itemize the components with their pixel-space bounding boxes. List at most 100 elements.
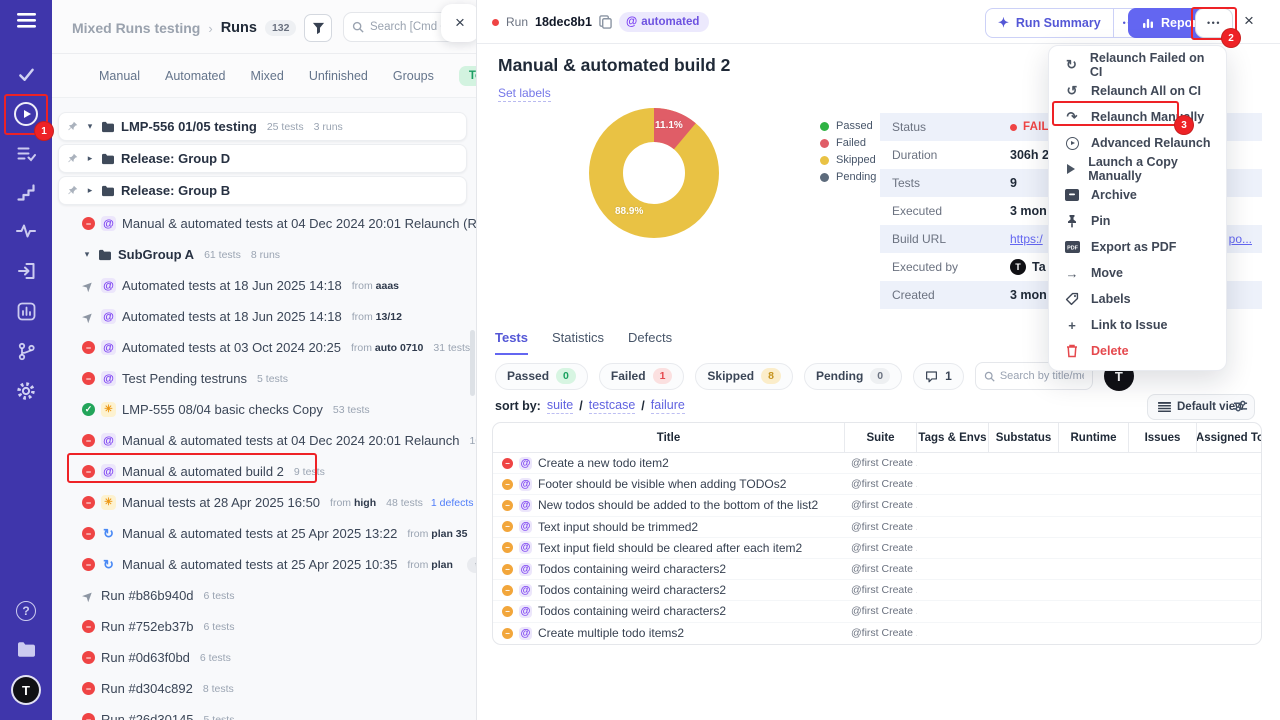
runs-list-scrollbar[interactable] [470, 330, 475, 396]
col-tags-envs[interactable]: Tags & Envs [917, 423, 989, 452]
filter-chip-passed[interactable]: Passed0 [495, 363, 588, 390]
run-row[interactable]: Manual & automated build 2 9 tests [52, 456, 477, 487]
col-assigned-to[interactable]: Assigned To [1197, 423, 1262, 452]
close-run-detail-icon[interactable] [1244, 11, 1254, 31]
test-row[interactable]: New todos should be added to the bottom … [493, 495, 1261, 516]
tab-unfinished[interactable]: Unfinished [309, 69, 368, 83]
pin-icon[interactable] [67, 153, 79, 164]
run-title: Manual tests at 28 Apr 2025 16:50 [122, 495, 320, 510]
tab-automated[interactable]: Automated [165, 69, 225, 83]
run-row[interactable]: Run #b86b940d 6 tests [52, 580, 477, 611]
test-row[interactable]: Todos containing weird characters2 @firs… [493, 601, 1261, 622]
col-title[interactable]: Title [493, 423, 845, 452]
tab-chip-today[interactable]: To [459, 66, 477, 86]
steps-icon[interactable] [0, 184, 52, 201]
menu-item-delete[interactable]: Delete [1049, 338, 1226, 364]
run-from-label: from plan [407, 559, 453, 571]
build-url-link[interactable]: https:/ [1010, 232, 1043, 246]
run-row[interactable]: Manual & automated tests at 04 Dec 2024 … [52, 208, 477, 239]
col-issues[interactable]: Issues [1129, 423, 1197, 452]
tasks-check-icon[interactable] [0, 66, 52, 83]
filter-chip-pending[interactable]: Pending0 [804, 363, 902, 390]
run-row[interactable]: Automated tests at 18 Jun 2025 14:18 fro… [52, 301, 477, 332]
run-row[interactable]: Manual tests at 28 Apr 2025 16:50 from h… [52, 487, 477, 518]
pin-icon[interactable] [67, 185, 79, 196]
chevron-icon[interactable]: ▾ [82, 249, 92, 260]
test-row[interactable]: Todos containing weird characters2 @firs… [493, 580, 1261, 601]
menu-item-move[interactable]: →Move [1049, 260, 1226, 286]
run-row[interactable]: ▸ Release: Group B [58, 176, 467, 205]
menu-item-relaunch-failed-ci[interactable]: ↻Relaunch Failed on CI [1049, 52, 1226, 78]
run-row[interactable]: Run #0d63f0bd 6 tests [52, 642, 477, 673]
run-row[interactable]: Test Pending testruns 5 tests [52, 363, 477, 394]
filter-chip-failed[interactable]: Failed1 [599, 363, 685, 390]
col-substatus[interactable]: Substatus [989, 423, 1059, 452]
menu-item-pin[interactable]: Pin [1049, 208, 1226, 234]
menu-item-launch-copy[interactable]: Launch a Copy Manually [1049, 156, 1226, 182]
menu-icon[interactable] [0, 13, 52, 28]
sort-by-failure[interactable]: failure [651, 398, 685, 414]
test-row[interactable]: Text input should be trimmed2 @first Cre… [493, 517, 1261, 538]
tests-search-input[interactable] [1000, 370, 1084, 382]
column-settings-icon[interactable] [1233, 399, 1248, 418]
tab-defects[interactable]: Defects [628, 330, 672, 355]
run-row[interactable]: Run #752eb37b 6 tests [52, 611, 477, 642]
pulse-icon[interactable] [0, 223, 52, 239]
analytics-icon[interactable] [0, 302, 52, 321]
tab-groups[interactable]: Groups [393, 69, 434, 83]
run-row[interactable]: Run #26d30145 5 tests [52, 704, 477, 720]
run-row[interactable]: Manual & automated tests at 25 Apr 2025 … [52, 518, 477, 549]
help-icon[interactable] [0, 601, 52, 621]
run-row[interactable]: ▾ SubGroup A 61 tests 8 runs [52, 239, 477, 270]
test-list-icon[interactable] [0, 146, 52, 163]
test-row[interactable]: Footer should be visible when adding TOD… [493, 474, 1261, 495]
profile-avatar[interactable]: T [0, 677, 52, 703]
close-runs-panel-button[interactable] [441, 4, 477, 42]
settings-gear-icon[interactable] [0, 381, 52, 401]
branch-icon[interactable] [0, 342, 52, 361]
menu-item-relaunch-all-ci[interactable]: ↺Relaunch All on CI [1049, 78, 1226, 104]
run-row[interactable]: Automated tests at 18 Jun 2025 14:18 fro… [52, 270, 477, 301]
pin-icon[interactable] [67, 121, 79, 132]
tab-tests[interactable]: Tests [495, 330, 528, 355]
filter-button[interactable] [304, 14, 332, 42]
run-row[interactable]: ▸ Release: Group D [58, 144, 467, 173]
sort-by-testcase[interactable]: testcase [589, 398, 636, 414]
tab-mixed[interactable]: Mixed [250, 69, 283, 83]
menu-item-export-pdf[interactable]: PDFExport as PDF [1049, 234, 1226, 260]
run-summary-button[interactable]: Run Summary [986, 9, 1113, 37]
menu-item-advanced-relaunch[interactable]: Advanced Relaunch [1049, 130, 1226, 156]
test-row[interactable]: Create a new todo item2 @first Create ..… [493, 453, 1261, 474]
test-row[interactable]: Create multiple todo items2 @first Creat… [493, 623, 1261, 644]
tab-statistics[interactable]: Statistics [552, 330, 604, 355]
run-row[interactable]: Automated tests at 03 Oct 2024 20:25 fro… [52, 332, 477, 363]
run-row[interactable]: Run #d304c892 8 tests [52, 673, 477, 704]
filter-chip-skipped[interactable]: Skipped8 [695, 363, 793, 390]
run-row[interactable]: Manual & automated tests at 04 Dec 2024 … [52, 425, 477, 456]
build-url-link-tail[interactable]: po... [1229, 232, 1252, 246]
tab-manual[interactable]: Manual [99, 69, 140, 83]
chevron-icon[interactable]: ▸ [85, 153, 95, 164]
projects-folder-icon[interactable] [0, 641, 52, 658]
breadcrumb-section[interactable]: Runs [221, 20, 257, 36]
set-labels-link[interactable]: Set labels [498, 86, 551, 102]
filter-chip-comments[interactable]: 1 [913, 363, 964, 390]
run-row[interactable]: Manual & automated tests at 25 Apr 2025 … [52, 549, 477, 580]
import-icon[interactable] [0, 262, 52, 280]
sort-by-suite[interactable]: suite [547, 398, 573, 414]
menu-item-link-to-issue[interactable]: +Link to Issue [1049, 312, 1226, 338]
test-row[interactable]: Todos containing weird characters2 @firs… [493, 559, 1261, 580]
chevron-icon[interactable]: ▾ [85, 121, 95, 132]
run-row[interactable]: LMP-555 08/04 basic checks Copy 53 tests [52, 394, 477, 425]
col-suite[interactable]: Suite [845, 423, 917, 452]
menu-item-relaunch-manually[interactable]: ↷Relaunch Manually [1049, 104, 1226, 130]
copy-icon[interactable] [599, 15, 612, 29]
col-runtime[interactable]: Runtime [1059, 423, 1129, 452]
chevron-icon[interactable]: ▸ [85, 185, 95, 196]
menu-item-archive[interactable]: Archive [1049, 182, 1226, 208]
run-defects-link[interactable]: 1 defects [431, 497, 474, 509]
menu-item-labels[interactable]: Labels [1049, 286, 1226, 312]
run-row[interactable]: ▾ LMP-556 01/05 testing 25 tests 3 runs [58, 112, 467, 141]
breadcrumb-project[interactable]: Mixed Runs testing [72, 20, 200, 36]
test-row[interactable]: Text input field should be cleared after… [493, 538, 1261, 559]
